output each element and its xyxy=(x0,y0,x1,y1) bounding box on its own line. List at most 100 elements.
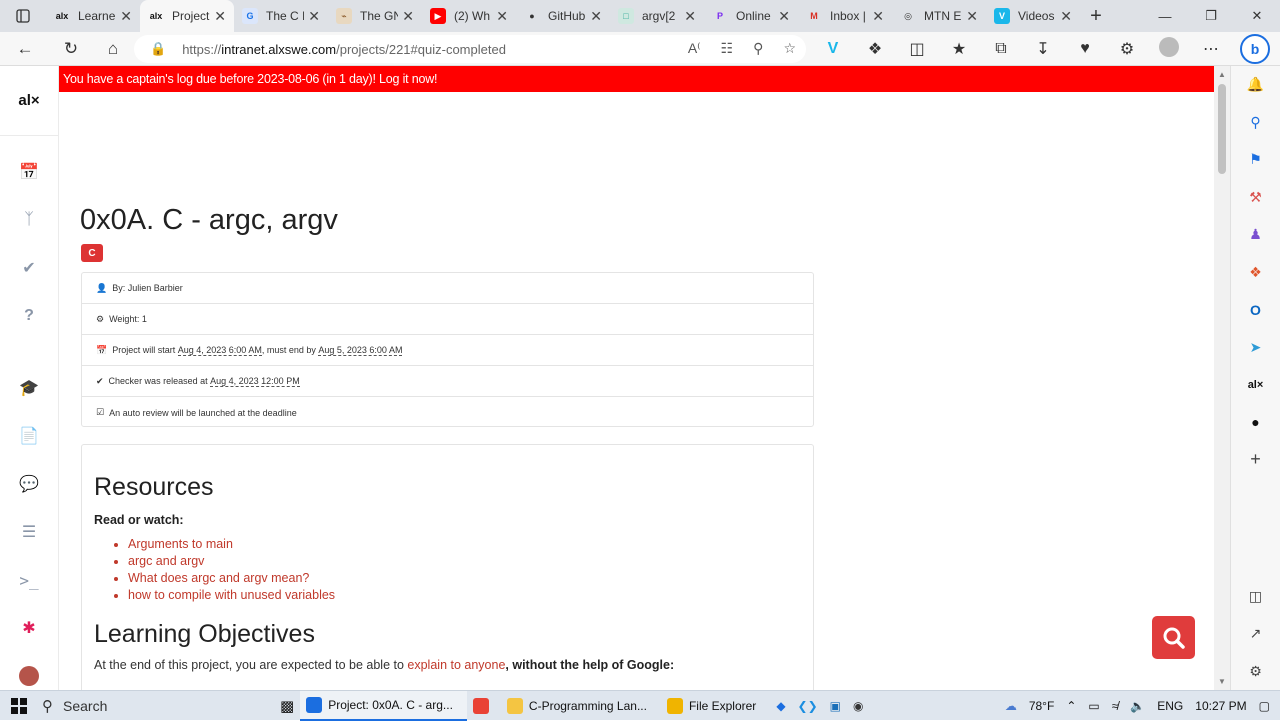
extensions-icon[interactable]: ❖ xyxy=(854,39,896,59)
scroll-thumb[interactable] xyxy=(1218,84,1226,174)
tools-icon[interactable]: ⚒ xyxy=(1231,179,1280,217)
close-window-icon[interactable]: ✕ xyxy=(1234,0,1280,32)
taskbar-search[interactable]: ⚲ Search xyxy=(38,691,274,721)
favorite-star-icon[interactable]: ☆ xyxy=(783,40,796,57)
chat-icon[interactable]: 💬 xyxy=(0,460,58,508)
vimeo-extension-icon[interactable]: V xyxy=(812,40,854,58)
slack-icon[interactable]: ✱ xyxy=(0,604,58,652)
scroll-down-icon[interactable]: ▼ xyxy=(1214,677,1230,686)
app-icon[interactable]: ◆ xyxy=(770,691,791,721)
settings-icon[interactable]: ⚙ xyxy=(1231,653,1280,691)
task-view-icon[interactable]: ▩ xyxy=(274,691,300,721)
shopping-tag-icon[interactable]: ⚑ xyxy=(1231,141,1280,179)
browser-tab[interactable]: ◎MTN E✕ xyxy=(892,0,986,32)
calendar-icon[interactable]: 📅 xyxy=(0,148,58,196)
windows-start-icon[interactable] xyxy=(0,691,38,721)
terminal-icon[interactable]: >_ xyxy=(0,556,58,604)
immersive-reader-icon[interactable]: ☷ xyxy=(721,40,734,57)
weather-temp[interactable]: 78°F xyxy=(1029,699,1054,713)
new-tab-button[interactable]: + xyxy=(1080,5,1112,28)
taskbar-app[interactable] xyxy=(467,691,501,721)
send-icon[interactable]: ➤ xyxy=(1231,329,1280,367)
volume-icon[interactable]: 🔈 xyxy=(1130,699,1145,713)
minimize-icon[interactable]: — xyxy=(1142,0,1188,32)
resource-link[interactable]: What does argc and argv mean? xyxy=(128,570,335,587)
profile-avatar[interactable] xyxy=(1148,37,1190,62)
office-icon[interactable]: ❖ xyxy=(1231,254,1280,292)
browser-tab[interactable]: ▶(2) Wh✕ xyxy=(422,0,516,32)
tab-close-icon[interactable]: ✕ xyxy=(402,8,414,25)
document-icon[interactable]: 📄 xyxy=(0,412,58,460)
clock[interactable]: 10:27 PM xyxy=(1195,699,1246,713)
scroll-up-icon[interactable]: ▲ xyxy=(1214,70,1230,79)
browser-tab[interactable]: alxProject✕ xyxy=(140,0,234,32)
resource-link[interactable]: argc and argv xyxy=(128,553,335,570)
restore-icon[interactable]: ❐ xyxy=(1188,0,1234,32)
obs-icon[interactable]: ◉ xyxy=(847,691,869,721)
alx-logo[interactable]: al× xyxy=(0,66,58,136)
tab-close-icon[interactable]: ✕ xyxy=(120,8,132,25)
tab-close-icon[interactable]: ✕ xyxy=(872,8,884,25)
downloads-icon[interactable]: ↧ xyxy=(1022,39,1064,59)
tab-close-icon[interactable]: ✕ xyxy=(778,8,790,25)
browser-essentials-icon[interactable]: ⚙ xyxy=(1106,39,1148,59)
outlook-icon[interactable]: O xyxy=(1231,291,1280,329)
battery-icon[interactable]: ▭ xyxy=(1088,699,1099,713)
refresh-icon[interactable]: ↻ xyxy=(50,32,92,66)
bing-copilot-icon[interactable]: b xyxy=(1240,34,1270,64)
split-screen-icon[interactable]: ◫ xyxy=(896,39,938,59)
tab-close-icon[interactable]: ✕ xyxy=(496,8,508,25)
external-link-icon[interactable]: ↗ xyxy=(1231,615,1280,653)
taskbar-app[interactable]: C-Programming Lan... xyxy=(501,691,661,721)
browser-tab[interactable]: ●GitHub✕ xyxy=(516,0,610,32)
favorites-icon[interactable]: ★ xyxy=(938,39,980,59)
sidebar-layout-icon[interactable]: ◫ xyxy=(1231,578,1280,616)
browser-tab[interactable]: alxLearne✕ xyxy=(46,0,140,32)
github-icon[interactable]: ● xyxy=(1231,404,1280,442)
performance-icon[interactable]: ♥ xyxy=(1064,40,1106,58)
tab-close-icon[interactable]: ✕ xyxy=(1060,8,1072,25)
tab-actions-icon[interactable] xyxy=(0,0,46,32)
tab-close-icon[interactable]: ✕ xyxy=(590,8,602,25)
chevron-up-icon[interactable]: ⌃ xyxy=(1066,699,1076,713)
browser-tab[interactable]: GThe C I✕ xyxy=(234,0,328,32)
branch-icon[interactable]: ᛉ xyxy=(0,196,58,244)
zoom-icon[interactable]: ⚲ xyxy=(753,40,763,57)
search-button[interactable] xyxy=(1152,616,1195,659)
explain-link[interactable]: explain to anyone xyxy=(407,658,505,672)
browser-tab[interactable]: POnline✕ xyxy=(704,0,798,32)
notifications-icon[interactable]: ▢ xyxy=(1259,699,1270,713)
tab-close-icon[interactable]: ✕ xyxy=(966,8,978,25)
resource-link[interactable]: Arguments to main xyxy=(128,536,335,553)
question-icon[interactable]: ? xyxy=(0,292,58,340)
language-indicator[interactable]: ENG xyxy=(1157,699,1183,713)
taskbar-app[interactable]: Project: 0x0A. C - arg... xyxy=(300,691,467,721)
bell-icon[interactable]: 🔔 xyxy=(1231,66,1280,104)
weather-icon[interactable]: ☁ xyxy=(1005,699,1017,713)
search-sidebar-icon[interactable]: ⚲ xyxy=(1231,104,1280,142)
checkmark-icon[interactable]: ✔ xyxy=(0,244,58,292)
tab-close-icon[interactable]: ✕ xyxy=(214,8,226,25)
photos-icon[interactable]: ▣ xyxy=(824,691,847,721)
browser-tab[interactable]: MInbox |✕ xyxy=(798,0,892,32)
home-icon[interactable]: ⌂ xyxy=(92,32,134,66)
games-icon[interactable]: ♟ xyxy=(1231,216,1280,254)
back-icon[interactable]: ← xyxy=(0,32,50,66)
tab-close-icon[interactable]: ✕ xyxy=(308,8,320,25)
page-scrollbar[interactable]: ▲ ▼ xyxy=(1214,66,1230,690)
wifi-icon[interactable]: ≉ xyxy=(1112,699,1119,713)
browser-tab[interactable]: VVideos✕ xyxy=(986,0,1080,32)
graduation-cap-icon[interactable]: 🎓 xyxy=(0,364,58,412)
taskbar-app[interactable]: File Explorer xyxy=(661,691,770,721)
captain-log-banner[interactable]: You have a captain's log due before 2023… xyxy=(59,66,1214,92)
server-icon[interactable]: ☰ xyxy=(0,508,58,556)
tab-close-icon[interactable]: ✕ xyxy=(684,8,696,25)
browser-tab[interactable]: ⌁The GN✕ xyxy=(328,0,422,32)
alx-sidebar-icon[interactable]: al× xyxy=(1231,366,1280,404)
read-aloud-icon[interactable]: A⁽ xyxy=(688,40,701,57)
more-options-icon[interactable]: ⋯ xyxy=(1190,39,1232,59)
collections-icon[interactable]: ⧉ xyxy=(980,40,1022,58)
vscode-icon[interactable]: ❮❯ xyxy=(792,691,824,721)
browser-tab[interactable]: □argv[2✕ xyxy=(610,0,704,32)
resource-link[interactable]: how to compile with unused variables xyxy=(128,587,335,604)
